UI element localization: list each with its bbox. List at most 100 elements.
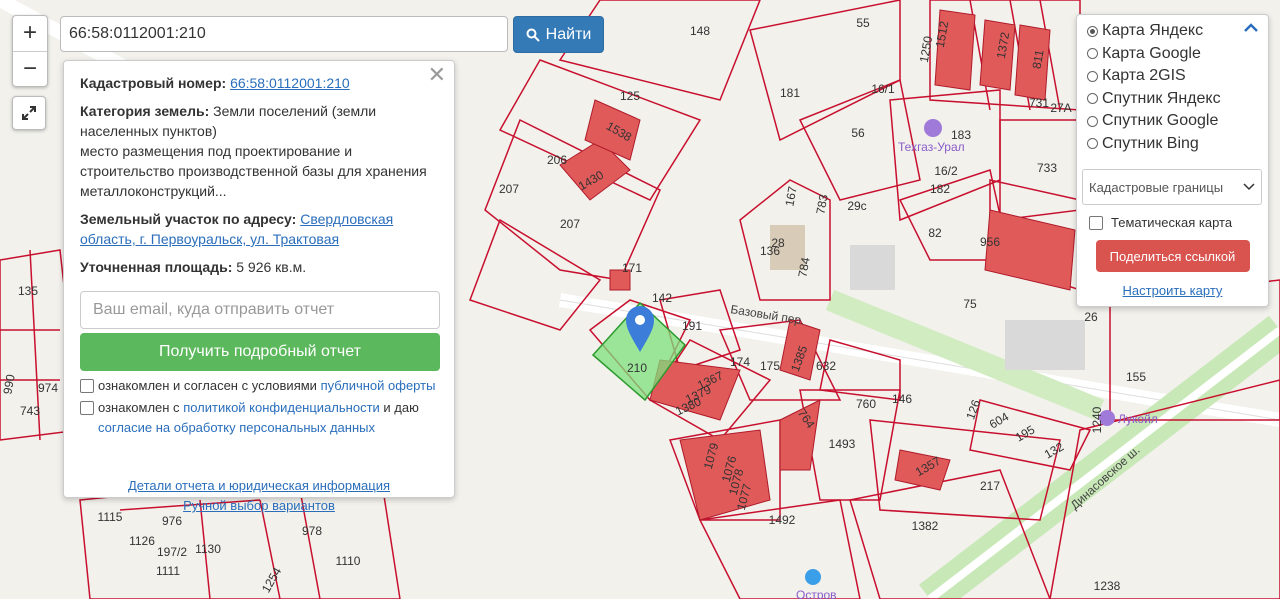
consent-privacy: ознакомлен с политикой конфиденциальност… xyxy=(80,398,438,438)
parcel-number-label: 217 xyxy=(980,479,1000,493)
zoom-in-button[interactable]: + xyxy=(13,16,47,52)
share-link-button[interactable]: Поделиться ссылкой xyxy=(1095,240,1250,272)
search-input[interactable] xyxy=(60,16,508,52)
consent-offer-checkbox[interactable] xyxy=(80,379,94,393)
find-button-label: Найти xyxy=(545,25,592,43)
parcel-number-label: 135 xyxy=(18,284,38,298)
parcel-number-label: 632 xyxy=(816,359,836,373)
chevron-down-icon xyxy=(1243,183,1255,191)
cadastral-number-link[interactable]: 66:58:0112001:210 xyxy=(230,75,350,91)
parcel-number-label: 26 xyxy=(1084,310,1098,324)
thematic-map-label: Тематическая карта xyxy=(1111,215,1233,230)
radio-button[interactable] xyxy=(1087,115,1098,127)
poi-icon xyxy=(924,119,942,137)
basemap-option[interactable]: Карта Яндекс xyxy=(1077,20,1268,43)
share-link-label: Поделиться ссылкой xyxy=(1109,248,1236,264)
consent-privacy-mid: и даю xyxy=(383,400,419,415)
parcel-number-label: 16/2 xyxy=(934,164,958,178)
parcel-number-label: 760 xyxy=(856,397,876,411)
parcel-number-label: 1238 xyxy=(1094,579,1121,593)
basemap-option[interactable]: Спутник Яндекс xyxy=(1077,88,1268,111)
parcel-number-label: 1240 xyxy=(1090,406,1104,433)
parcel-number-label: 210 xyxy=(627,361,647,375)
area-value: 5 926 кв.м. xyxy=(236,259,307,275)
parcel-number-label: 125 xyxy=(620,89,640,103)
chevron-up-icon[interactable] xyxy=(1244,23,1258,33)
parcel-number-label: 136 xyxy=(760,244,780,258)
parcel-number-label: 733 xyxy=(1037,161,1057,175)
purpose-text: место размещения под проектирование и ст… xyxy=(80,143,427,199)
consent-offer: ознакомлен и согласен с условиями публич… xyxy=(80,376,438,396)
close-icon[interactable]: ✕ xyxy=(428,64,446,86)
poi-label: Техгаз-Урал xyxy=(898,140,965,154)
get-report-button[interactable]: Получить подробный отчет xyxy=(80,333,440,371)
parcel-number-label: 191 xyxy=(682,319,702,333)
consent-privacy-checkbox[interactable] xyxy=(80,401,94,415)
parcel-number-label: 1110 xyxy=(336,554,361,568)
basemap-option[interactable]: Карта 2GIS xyxy=(1077,65,1268,88)
parcel-number-label: 75 xyxy=(963,297,977,311)
get-report-label: Получить подробный отчет xyxy=(159,343,361,360)
parcel-number-label: 1126 xyxy=(129,534,155,548)
parcel-number-label: 55 xyxy=(856,16,870,30)
configure-map-link[interactable]: Настроить карту xyxy=(1077,283,1268,298)
basemap-option-label: Спутник Яндекс xyxy=(1102,89,1221,107)
parcel-number-label: 27А xyxy=(1050,101,1071,115)
area-label: Уточненная площадь: xyxy=(80,259,233,275)
basemap-option[interactable]: Спутник Google xyxy=(1077,110,1268,133)
parcel-number-label: 978 xyxy=(302,524,322,538)
parcel-number-label: 731 xyxy=(1029,96,1049,110)
basemap-radio-list: Карта Яндекс Карта Google Карта 2GIS Спутни… xyxy=(1077,15,1268,155)
parcel-number-label: 206 xyxy=(547,153,567,167)
parcel-number-label: 29с xyxy=(847,199,866,213)
parcel-number-label: 207 xyxy=(560,217,580,231)
address-label: Земельный участок по адресу: xyxy=(80,211,297,227)
thematic-map-checkbox[interactable] xyxy=(1089,215,1103,230)
thematic-map-option[interactable]: Тематическая карта xyxy=(1089,215,1268,230)
parcel-number-label: 1492 xyxy=(769,513,796,527)
map-layers-panel: Карта Яндекс Карта Google Карта 2GIS Спутни… xyxy=(1076,14,1269,307)
basemap-option-label: Спутник Bing xyxy=(1102,134,1199,152)
email-input[interactable] xyxy=(80,291,440,329)
parcel-number-label: 956 xyxy=(980,235,1000,249)
parcel-number-label: 181 xyxy=(780,86,800,100)
expand-icon xyxy=(22,106,36,120)
parcel-number-label: 976 xyxy=(162,514,182,528)
parcel-number-label: 743 xyxy=(20,404,40,418)
radio-button[interactable] xyxy=(1087,48,1098,60)
parcel-number-label: 207 xyxy=(499,182,519,196)
public-offer-link[interactable]: публичной оферты xyxy=(321,378,436,393)
radio-button[interactable] xyxy=(1087,25,1098,37)
parcel-number-label: 175 xyxy=(760,359,780,373)
parcel-number-label: 1130 xyxy=(195,542,221,556)
overlay-select[interactable]: Кадастровые границы xyxy=(1082,169,1262,205)
parcel-number-label: 155 xyxy=(1126,370,1146,384)
zoom-control: + − xyxy=(12,15,48,87)
parcel-number-label: 974 xyxy=(38,381,58,395)
parcel-number-label: 82 xyxy=(928,226,942,240)
basemap-option-label: Карта Яндекс xyxy=(1102,22,1204,40)
basemap-option[interactable]: Спутник Bing xyxy=(1077,133,1268,156)
parcel-number-label: 1111 xyxy=(156,564,180,578)
category-label: Категория земель: xyxy=(80,103,210,119)
parcel-number-label: 146 xyxy=(892,392,912,406)
parcel-number-label: 56 xyxy=(851,126,865,140)
basemap-option[interactable]: Карта Google xyxy=(1077,43,1268,66)
zoom-out-button[interactable]: − xyxy=(13,52,47,87)
report-details-link[interactable]: Детали отчета и юридическая информация xyxy=(80,476,438,496)
personal-data-link[interactable]: согласие на обработку персональных данны… xyxy=(98,420,375,435)
radio-button[interactable] xyxy=(1087,138,1098,150)
parcel-number-label: 1382 xyxy=(912,519,939,533)
shop-icon xyxy=(805,569,821,585)
radio-button[interactable] xyxy=(1087,70,1098,82)
manual-selection-link[interactable]: Ручной выбор вариантов xyxy=(80,496,438,516)
privacy-policy-link[interactable]: политикой конфиденциальности xyxy=(183,400,380,415)
fullscreen-button[interactable] xyxy=(12,96,46,130)
find-button[interactable]: Найти xyxy=(513,16,604,53)
cadastral-label: Кадастровый номер: xyxy=(80,75,227,91)
poi-label: Остров xyxy=(796,588,837,599)
parcel-number-label: 182 xyxy=(930,182,950,196)
search-icon xyxy=(526,28,540,42)
radio-button[interactable] xyxy=(1087,93,1098,105)
parcel-number-label: 16/1 xyxy=(871,82,895,96)
